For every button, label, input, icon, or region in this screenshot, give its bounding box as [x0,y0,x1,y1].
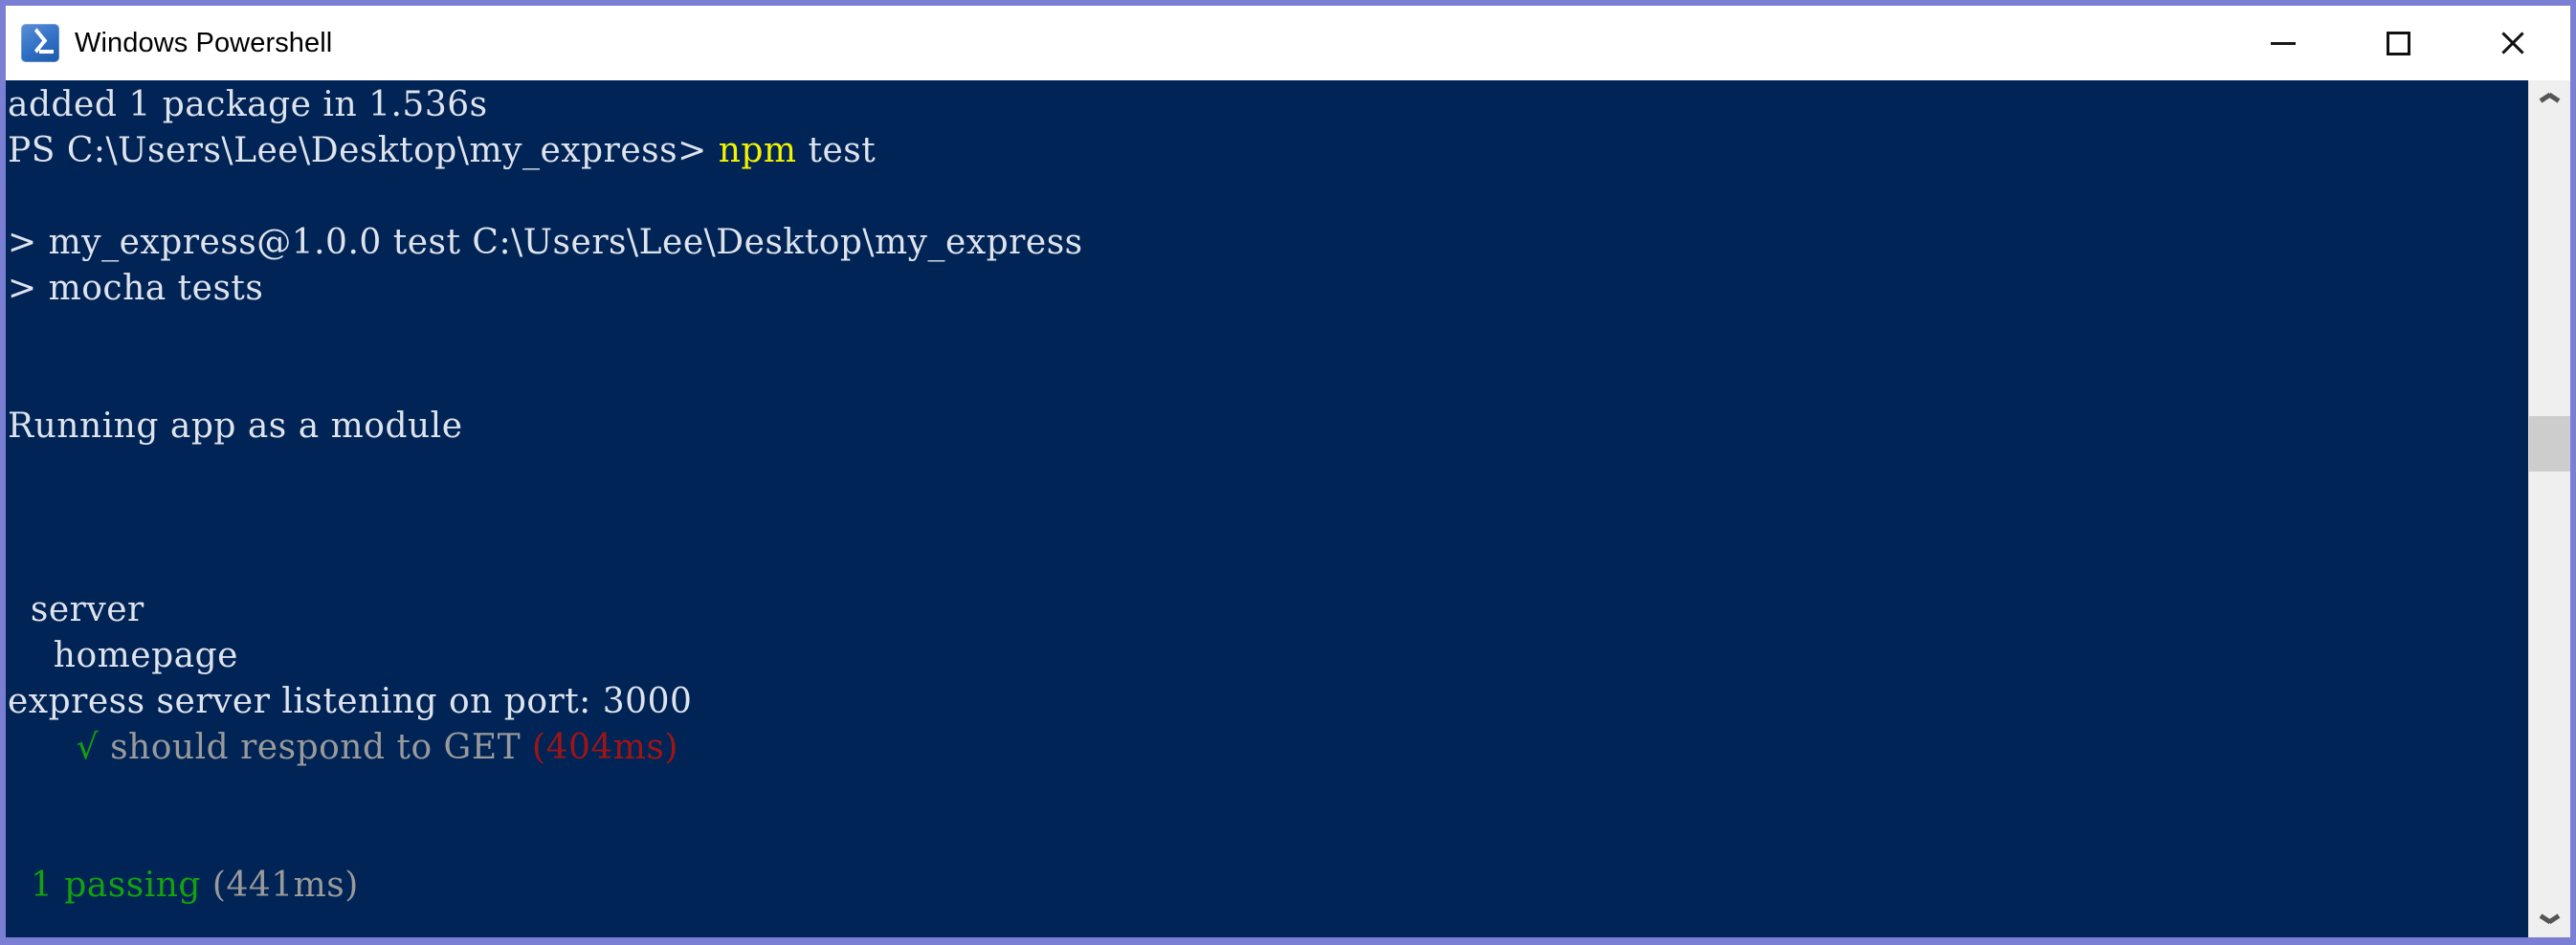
terminal-line-blank-2 [8,312,2528,358]
terminal-line-blank-6 [8,541,2528,587]
terminal-line-suite-server: server [8,587,2528,633]
terminal-text: PS C:\Users\Lee\Desktop\my_express> [8,131,719,170]
vertical-scrollbar[interactable] [2528,80,2570,937]
terminal-output[interactable]: added 1 package in 1.536s PS C:\Users\Lee… [6,80,2528,937]
scrollbar-track[interactable] [2529,122,2570,895]
terminal-text: test [796,131,877,170]
terminal-line-blank-3 [8,358,2528,404]
terminal-line-prompt-npm-test: PS C:\Users\Lee\Desktop\my_express> npm … [8,128,2528,174]
terminal-text: should respond to GET [99,728,522,767]
terminal-text: added 1 package in 1.536s [8,85,488,124]
console-area: added 1 package in 1.536s PS C:\Users\Lee… [6,80,2570,937]
terminal-text: homepage [8,636,238,675]
terminal-line-test-pass-get: √ should respond to GET (404ms) [8,725,2528,771]
terminal-line-blank-7 [8,771,2528,817]
minimize-button[interactable] [2226,6,2341,80]
terminal-text: (441ms) [200,866,359,905]
close-button[interactable] [2455,6,2570,80]
title-bar-left: Windows Powershell [6,24,332,62]
terminal-text: √ [76,728,100,767]
terminal-text: npm [718,131,797,170]
maximize-icon [2386,31,2410,55]
window-controls [2226,6,2570,80]
terminal-text: server [8,590,144,629]
powershell-icon [21,24,59,62]
chevron-up-icon [2541,97,2559,107]
maximize-button[interactable] [2341,6,2455,80]
scrollbar-thumb[interactable] [2529,416,2570,472]
terminal-line-blank-8 [8,817,2528,863]
scroll-up-button[interactable] [2529,80,2570,122]
powershell-window: Windows Powershell added 1 package in 1.… [0,0,2576,945]
chevron-down-icon [2541,912,2559,922]
terminal-text: Running app as a module [8,407,463,446]
title-bar[interactable]: Windows Powershell [6,6,2570,80]
terminal-lines: added 1 package in 1.536s PS C:\Users\Lee… [6,80,2528,937]
terminal-line-blank-9 [8,909,2528,937]
terminal-line-npm-install-result: added 1 package in 1.536s [8,82,2528,128]
terminal-text: (404ms) [521,728,678,767]
terminal-line-blank-5 [8,495,2528,541]
terminal-text: 1 passing [30,866,201,905]
terminal-text: > my_express@1.0.0 test C:\Users\Lee\Des… [8,223,1083,262]
terminal-line-express-listening: express server listening on port: 3000 [8,679,2528,725]
terminal-line-npm-script-command: > mocha tests [8,266,2528,312]
terminal-line-blank-1 [8,174,2528,220]
window-title: Windows Powershell [75,27,333,58]
terminal-line-blank-4 [8,450,2528,495]
terminal-line-suite-homepage: homepage [8,633,2528,679]
scroll-down-button[interactable] [2529,895,2570,937]
terminal-text: > mocha tests [8,269,264,308]
terminal-line-summary-passing: 1 passing (441ms) [8,863,2528,909]
terminal-text: express server listening on port: 3000 [8,682,693,721]
terminal-line-npm-script-header: > my_express@1.0.0 test C:\Users\Lee\Des… [8,220,2528,266]
minimize-icon [2271,41,2296,45]
close-icon [2498,29,2527,57]
terminal-line-running-module: Running app as a module [8,404,2528,450]
